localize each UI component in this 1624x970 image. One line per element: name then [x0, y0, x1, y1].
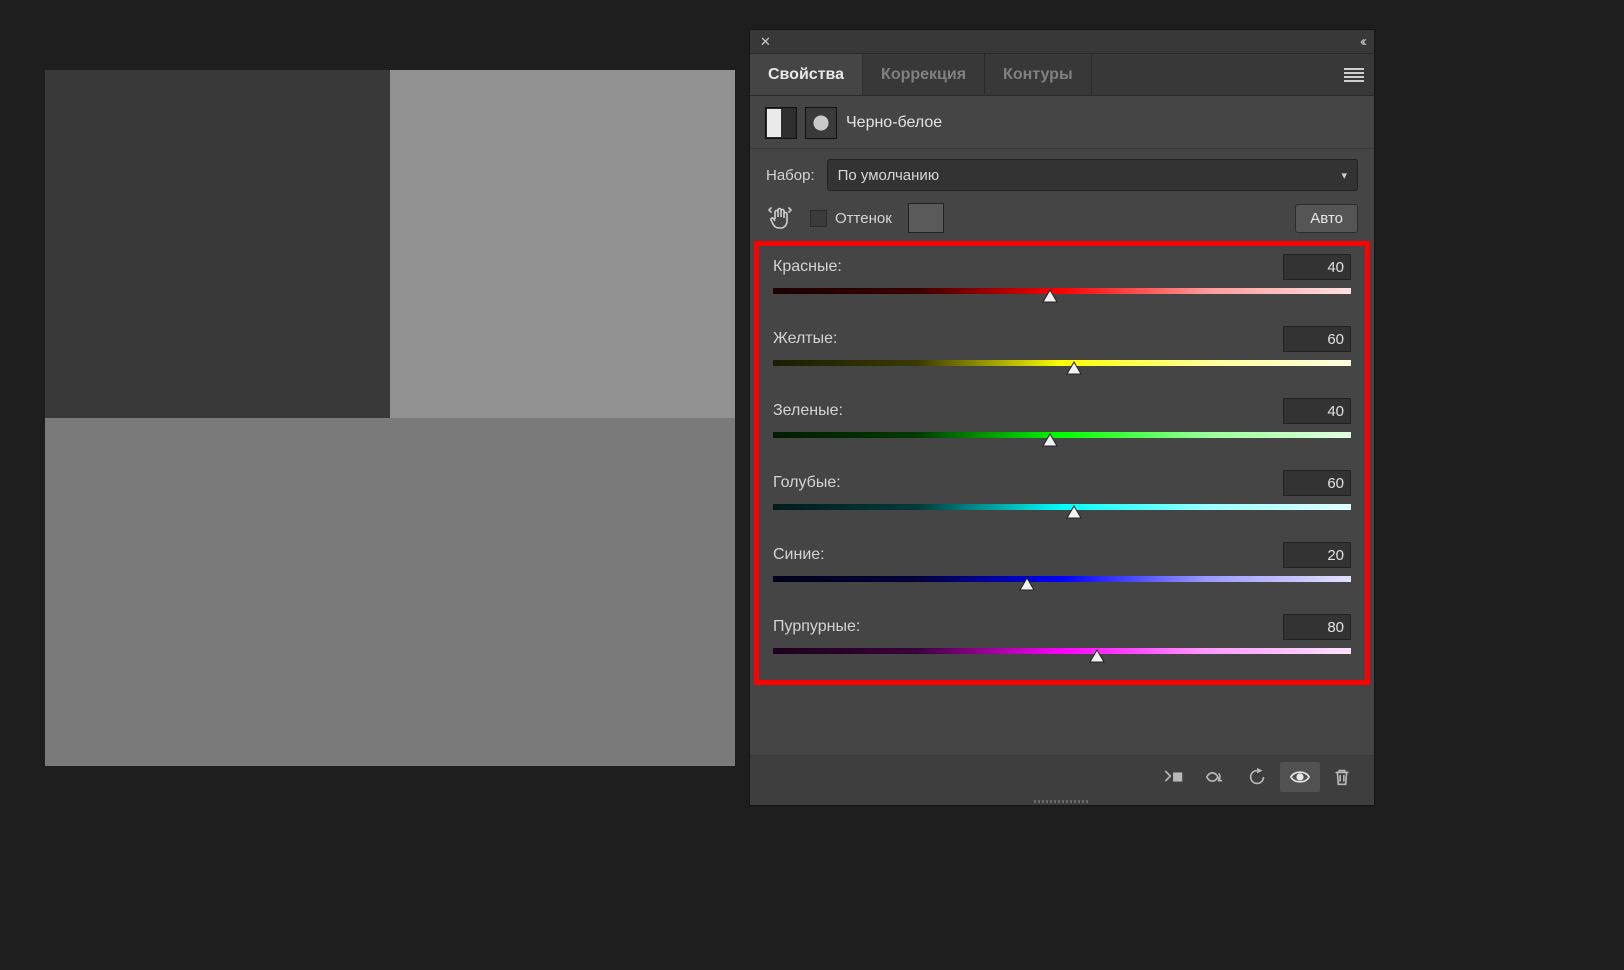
collapse-icon[interactable]: ‹‹	[1356, 33, 1368, 50]
preview-tile	[390, 418, 735, 766]
adjustment-title-row: Черно-белое	[750, 96, 1374, 149]
sliders-highlight-box: Красные: 40 Желтые: 60	[754, 241, 1370, 685]
preset-select[interactable]: По умолчанию ▾	[827, 159, 1358, 191]
slider-yellows: Желтые: 60	[773, 326, 1351, 378]
slider-label: Синие:	[773, 546, 825, 564]
preview-tile	[390, 70, 735, 418]
panel-menu-icon[interactable]	[1344, 68, 1364, 82]
slider-label: Пурпурные:	[773, 618, 860, 636]
slider-cyans: Голубые: 60	[773, 470, 1351, 522]
panel-resize-grip[interactable]	[750, 797, 1374, 805]
slider-track[interactable]	[773, 504, 1351, 510]
slider-reds: Красные: 40	[773, 254, 1351, 306]
slider-label: Голубые:	[773, 474, 841, 492]
slider-greens: Зеленые: 40	[773, 398, 1351, 450]
slider-magentas: Пурпурные: 80	[773, 614, 1351, 666]
clip-to-layer-icon[interactable]	[1154, 762, 1194, 792]
slider-label: Желтые:	[773, 330, 837, 348]
slider-value-input[interactable]: 80	[1283, 614, 1351, 640]
bw-adjustment-icon	[766, 108, 796, 138]
visibility-icon[interactable]	[1280, 762, 1320, 792]
trash-icon[interactable]	[1322, 762, 1362, 792]
slider-value-input[interactable]: 40	[1283, 398, 1351, 424]
slider-thumb[interactable]	[1041, 432, 1059, 448]
layer-mask-icon	[806, 108, 836, 138]
slider-thumb[interactable]	[1041, 288, 1059, 304]
slider-thumb[interactable]	[1065, 504, 1083, 520]
tab-contours[interactable]: Контуры	[985, 54, 1092, 95]
slider-track[interactable]	[773, 288, 1351, 294]
panel-footer	[750, 755, 1374, 797]
preset-row: Набор: По умолчанию ▾	[750, 149, 1374, 191]
slider-value-input[interactable]: 20	[1283, 542, 1351, 568]
tint-label: Оттенок	[835, 210, 892, 227]
slider-thumb[interactable]	[1018, 576, 1036, 592]
panel-spacer	[750, 685, 1374, 755]
slider-thumb[interactable]	[1065, 360, 1083, 376]
preset-value: По умолчанию	[838, 167, 939, 184]
reset-icon[interactable]	[1238, 762, 1278, 792]
slider-value-input[interactable]: 60	[1283, 326, 1351, 352]
tabs-row: Свойства Коррекция Контуры	[750, 54, 1374, 96]
preset-label: Набор:	[766, 167, 815, 184]
panel-topbar: ✕ ‹‹	[750, 30, 1374, 54]
slider-blues: Синие: 20	[773, 542, 1351, 594]
tint-color-swatch[interactable]	[908, 203, 944, 233]
slider-thumb[interactable]	[1088, 648, 1106, 664]
auto-button[interactable]: Авто	[1295, 204, 1358, 233]
targeted-adjust-icon[interactable]	[766, 204, 794, 232]
adjustment-title: Черно-белое	[846, 114, 942, 132]
slider-label: Красные:	[773, 258, 842, 276]
slider-track[interactable]	[773, 576, 1351, 582]
tab-properties[interactable]: Свойства	[750, 54, 863, 95]
properties-panel: ✕ ‹‹ Свойства Коррекция Контуры Черно-бе…	[750, 30, 1374, 805]
tab-correction[interactable]: Коррекция	[863, 54, 985, 95]
slider-track[interactable]	[773, 648, 1351, 654]
slider-value-input[interactable]: 60	[1283, 470, 1351, 496]
close-icon[interactable]: ✕	[756, 34, 775, 50]
tint-checkbox[interactable]	[810, 210, 827, 227]
slider-track[interactable]	[773, 360, 1351, 366]
options-row: Оттенок Авто	[750, 191, 1374, 241]
view-previous-icon[interactable]	[1196, 762, 1236, 792]
preview-tile	[45, 418, 390, 766]
chevron-down-icon: ▾	[1341, 169, 1347, 182]
slider-track[interactable]	[773, 432, 1351, 438]
canvas-preview	[45, 70, 735, 766]
slider-value-input[interactable]: 40	[1283, 254, 1351, 280]
preview-tile	[45, 70, 390, 418]
tint-option: Оттенок	[810, 210, 892, 227]
slider-label: Зеленые:	[773, 402, 843, 420]
